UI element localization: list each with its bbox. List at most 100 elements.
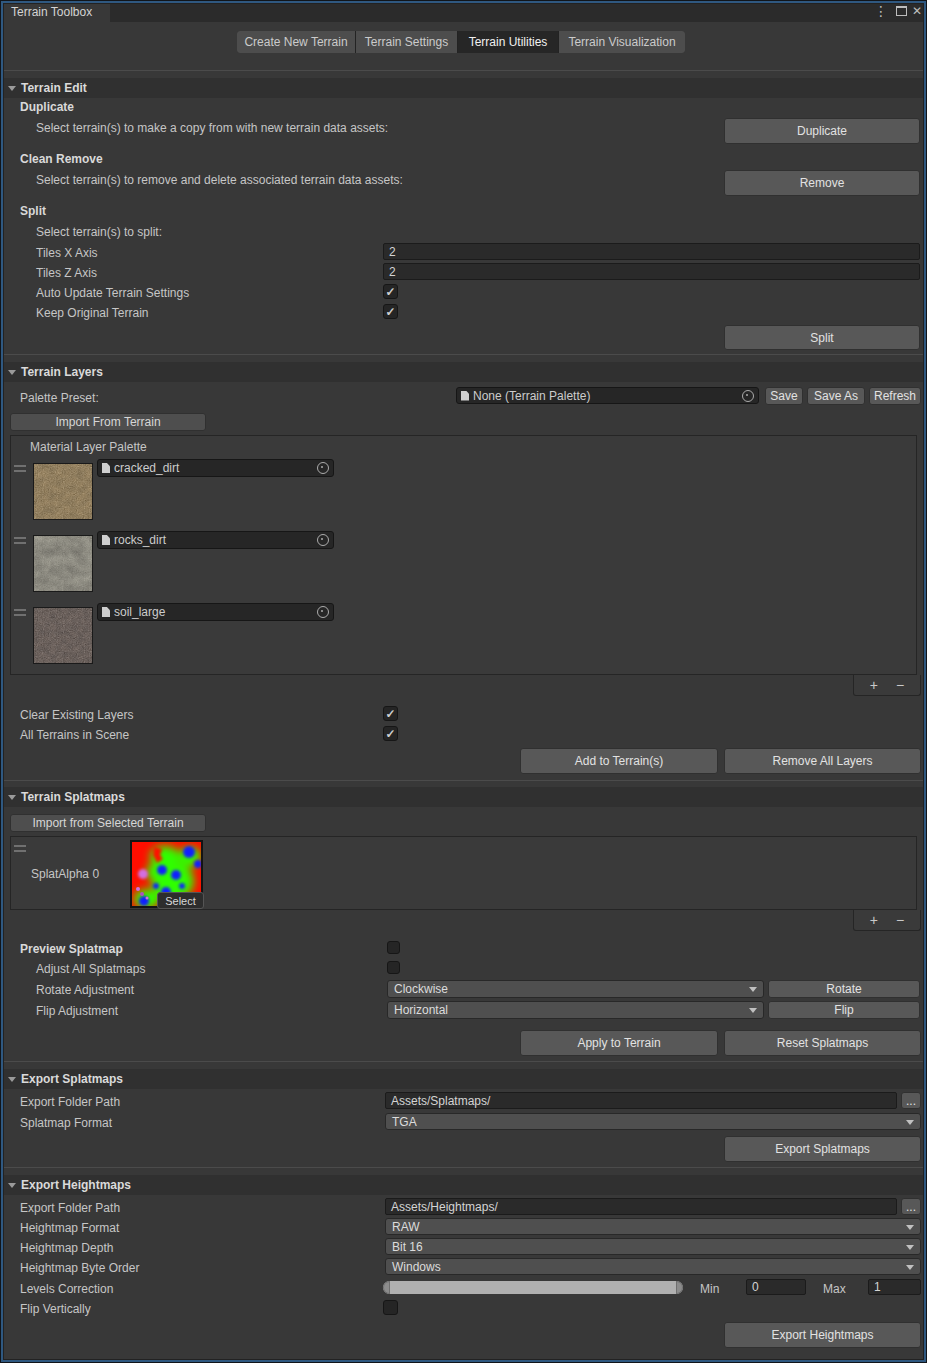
flip-dropdown[interactable]: Horizontal	[387, 1001, 764, 1019]
refresh-button[interactable]: Refresh	[869, 387, 921, 405]
drag-handle-icon[interactable]	[14, 465, 26, 472]
asset-icon	[102, 535, 110, 545]
tab-create-new-terrain[interactable]: Create New Terrain	[237, 31, 355, 53]
flip-vertically-checkbox[interactable]	[383, 1300, 398, 1315]
rotate-value: Clockwise	[394, 982, 448, 996]
add-layer-button[interactable]: +	[870, 677, 878, 693]
object-picker-icon[interactable]	[317, 606, 329, 618]
heightmap-format-label: Heightmap Format	[20, 1221, 119, 1235]
rotate-dropdown[interactable]: Clockwise	[387, 980, 764, 998]
object-picker-icon[interactable]	[317, 462, 329, 474]
object-picker-icon[interactable]	[742, 390, 754, 402]
levels-correction-slider[interactable]	[383, 1281, 683, 1294]
duplicate-button[interactable]: Duplicate	[724, 118, 920, 144]
max-field[interactable]: 1	[868, 1279, 921, 1295]
preview-splatmap-checkbox[interactable]	[387, 941, 400, 954]
drag-handle-icon[interactable]	[14, 537, 26, 544]
asset-icon	[102, 607, 110, 617]
export-folder-path-label: Export Folder Path	[20, 1095, 120, 1109]
maximize-icon[interactable]	[896, 6, 907, 16]
section-terrain-splatmaps-header[interactable]: Terrain Splatmaps	[2, 787, 925, 807]
layer-object-field[interactable]: soil_large	[97, 603, 334, 621]
foldout-icon[interactable]	[8, 795, 16, 800]
clear-existing-checkbox[interactable]: ✓	[383, 706, 398, 721]
keep-original-checkbox[interactable]: ✓	[383, 304, 398, 319]
auto-update-checkbox[interactable]: ✓	[383, 284, 398, 299]
menu-kebab-icon[interactable]: ⋮	[874, 4, 888, 18]
adjust-all-checkbox[interactable]	[387, 961, 400, 974]
flip-adjustment-label: Flip Adjustment	[36, 1004, 118, 1018]
select-splatmap-button[interactable]: Select	[157, 892, 204, 909]
duplicate-desc: Select terrain(s) to make a copy from wi…	[36, 121, 388, 135]
drag-handle-icon[interactable]	[14, 609, 26, 616]
palette-preset-object-field[interactable]: None (Terrain Palette)	[456, 387, 759, 404]
palette-preset-label: Palette Preset:	[20, 391, 99, 405]
split-button[interactable]: Split	[724, 325, 920, 350]
tiles-x-field[interactable]: 2	[383, 243, 920, 260]
layer-texture-thumbnail[interactable]	[33, 607, 93, 664]
heightmap-folder-field[interactable]: Assets/Heightmaps/	[385, 1198, 897, 1215]
layer-texture-thumbnail[interactable]	[33, 535, 93, 592]
section-terrain-layers-header[interactable]: Terrain Layers	[2, 362, 925, 382]
heightmap-format-dropdown[interactable]: RAW	[385, 1218, 921, 1235]
tiles-x-value: 2	[389, 245, 396, 259]
section-title: Terrain Layers	[21, 365, 103, 379]
foldout-icon[interactable]	[8, 1183, 16, 1188]
all-terrains-checkbox[interactable]: ✓	[383, 726, 398, 741]
export-folder-path-field[interactable]: Assets/Splatmaps/	[385, 1092, 897, 1109]
add-to-terrain-button[interactable]: Add to Terrain(s)	[520, 748, 718, 774]
import-from-terrain-button[interactable]: Import From Terrain	[10, 413, 206, 431]
reset-splatmaps-button[interactable]: Reset Splatmaps	[724, 1030, 921, 1056]
layer-texture-thumbnail[interactable]	[33, 463, 93, 520]
tab-terrain-visualization[interactable]: Terrain Visualization	[559, 31, 685, 53]
splatmap-format-dropdown[interactable]: TGA	[385, 1113, 921, 1130]
keep-original-label: Keep Original Terrain	[36, 306, 149, 320]
remove-splatmap-button[interactable]: −	[896, 912, 904, 928]
remove-button[interactable]: Remove	[724, 170, 920, 196]
check-icon: ✓	[385, 306, 395, 318]
section-export-splatmaps-header[interactable]: Export Splatmaps	[2, 1069, 925, 1089]
layer-object-field[interactable]: cracked_dirt	[97, 459, 334, 477]
save-as-button[interactable]: Save As	[807, 387, 865, 405]
min-label: Min	[700, 1282, 719, 1296]
tab-terrain-settings[interactable]: Terrain Settings	[356, 31, 457, 53]
close-icon[interactable]: ✕	[912, 5, 922, 17]
tab-terrain-utilities[interactable]: Terrain Utilities	[458, 31, 558, 53]
browse-folder-button[interactable]: ...	[901, 1092, 921, 1109]
section-terrain-edit-header[interactable]: Terrain Edit	[2, 78, 925, 98]
splat-alpha-label: SplatAlpha 0	[31, 867, 99, 881]
check-icon: ✓	[385, 708, 395, 720]
apply-to-terrain-button[interactable]: Apply to Terrain	[520, 1030, 718, 1056]
rotate-button[interactable]: Rotate	[768, 980, 920, 998]
split-desc: Select terrain(s) to split:	[36, 225, 162, 239]
flip-vertically-label: Flip Vertically	[20, 1302, 91, 1316]
layer-name: rocks_dirt	[114, 533, 166, 547]
export-splatmaps-button[interactable]: Export Splatmaps	[724, 1136, 921, 1162]
rotate-adjustment-label: Rotate Adjustment	[36, 983, 134, 997]
browse-folder-button[interactable]: ...	[901, 1198, 921, 1215]
import-from-selected-terrain-button[interactable]: Import from Selected Terrain	[10, 814, 206, 832]
foldout-icon[interactable]	[8, 86, 16, 91]
layer-name: cracked_dirt	[114, 461, 179, 475]
heightmap-depth-label: Heightmap Depth	[20, 1241, 113, 1255]
tiles-z-field[interactable]: 2	[383, 263, 920, 280]
object-picker-icon[interactable]	[317, 534, 329, 546]
foldout-icon[interactable]	[8, 370, 16, 375]
section-title: Export Heightmaps	[21, 1178, 131, 1192]
max-label: Max	[823, 1282, 846, 1296]
foldout-icon[interactable]	[8, 1077, 16, 1082]
window-tab[interactable]: Terrain Toolbox	[2, 2, 110, 22]
save-button[interactable]: Save	[765, 387, 803, 405]
min-field[interactable]: 0	[746, 1279, 806, 1295]
section-export-heightmaps-header[interactable]: Export Heightmaps	[2, 1175, 925, 1195]
flip-button[interactable]: Flip	[768, 1001, 920, 1019]
layer-object-field[interactable]: rocks_dirt	[97, 531, 334, 549]
heightmap-byte-order-dropdown[interactable]: Windows	[385, 1258, 921, 1275]
add-splatmap-button[interactable]: +	[870, 912, 878, 928]
heightmap-depth-dropdown[interactable]: Bit 16	[385, 1238, 921, 1255]
remove-layer-button[interactable]: −	[896, 677, 904, 693]
remove-all-layers-button[interactable]: Remove All Layers	[724, 748, 921, 774]
max-value: 1	[874, 1280, 881, 1294]
export-heightmaps-button[interactable]: Export Heightmaps	[724, 1322, 921, 1348]
drag-handle-icon[interactable]	[14, 845, 26, 852]
